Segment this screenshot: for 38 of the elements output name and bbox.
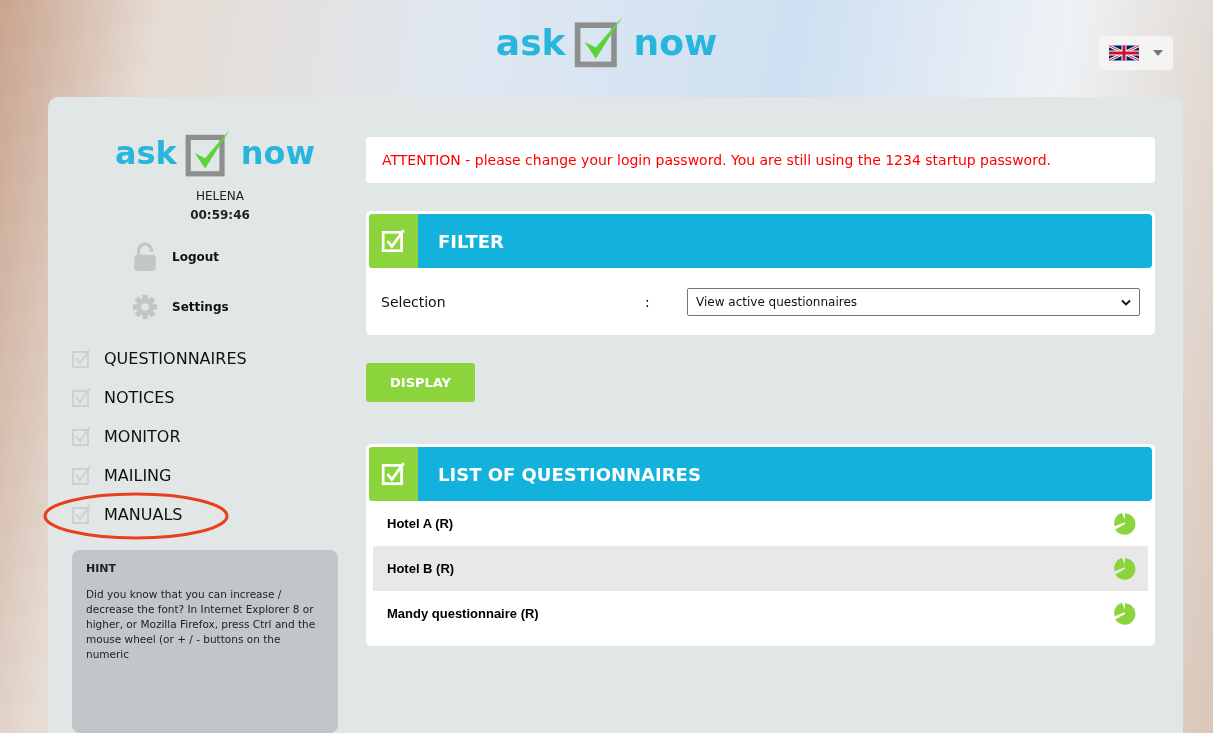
colon-text: : (645, 294, 651, 310)
checkbox-icon (369, 447, 418, 501)
settings-link[interactable]: Settings (132, 292, 229, 322)
selection-dropdown[interactable]: View active questionnaires (687, 288, 1140, 316)
pie-chart-icon[interactable] (1112, 510, 1138, 537)
settings-icon (132, 292, 158, 322)
nav-link[interactable]: QUESTIONNAIRES (72, 348, 247, 368)
questionnaire-name: Mandy questionnaire (R) (387, 606, 539, 621)
questionnaire-row[interactable]: Mandy questionnaire (R) (373, 591, 1148, 636)
logo-text: ask (114, 134, 177, 172)
padlock-icon (132, 242, 158, 272)
selection-label: Selection (381, 294, 447, 310)
hint-text: Did you know that you can increase / decrease the font? In Internet Explorer 8 or higher, or Mozilla Firefox, press Ctrl and the mouse wheel (or + / - buttons on the numeric (86, 587, 317, 662)
nav-link[interactable]: NOTICES (72, 387, 175, 407)
session-timer: 00:59:46 (189, 208, 251, 222)
questionnaire-name: Hotel B (R) (387, 561, 455, 576)
flag-icon (1109, 44, 1139, 62)
section-header: FILTER (369, 214, 1152, 268)
questionnaire-row[interactable]: Hotel A (R) (373, 501, 1148, 546)
checkbox-icon (72, 504, 92, 524)
language-dropdown[interactable] (1099, 36, 1173, 70)
section-header: LIST OF QUESTIONNAIRES (369, 447, 1152, 501)
hint-title: HINT (86, 562, 117, 575)
pie-chart-icon[interactable] (1112, 600, 1138, 627)
nav-link[interactable]: MAILING (72, 465, 172, 485)
chevron-down-icon (1121, 298, 1131, 306)
logo-text: now (633, 21, 718, 63)
questionnaire-name: Hotel A (R) (387, 516, 454, 531)
logo-text: now (240, 134, 316, 172)
logout-link[interactable]: Logout (132, 242, 219, 272)
nav-link[interactable]: MONITOR (72, 426, 181, 446)
questionnaire-row[interactable]: Hotel B (R) (373, 546, 1148, 591)
user-name: HELENA (194, 189, 246, 203)
logo-text: ask (495, 21, 566, 63)
password-alert: ATTENTION - please change your login password. You are still using the 1234 startup password. (366, 137, 1155, 183)
checkbox-icon (369, 214, 418, 268)
pie-chart-icon[interactable] (1112, 555, 1138, 582)
caret-icon (1153, 50, 1163, 56)
